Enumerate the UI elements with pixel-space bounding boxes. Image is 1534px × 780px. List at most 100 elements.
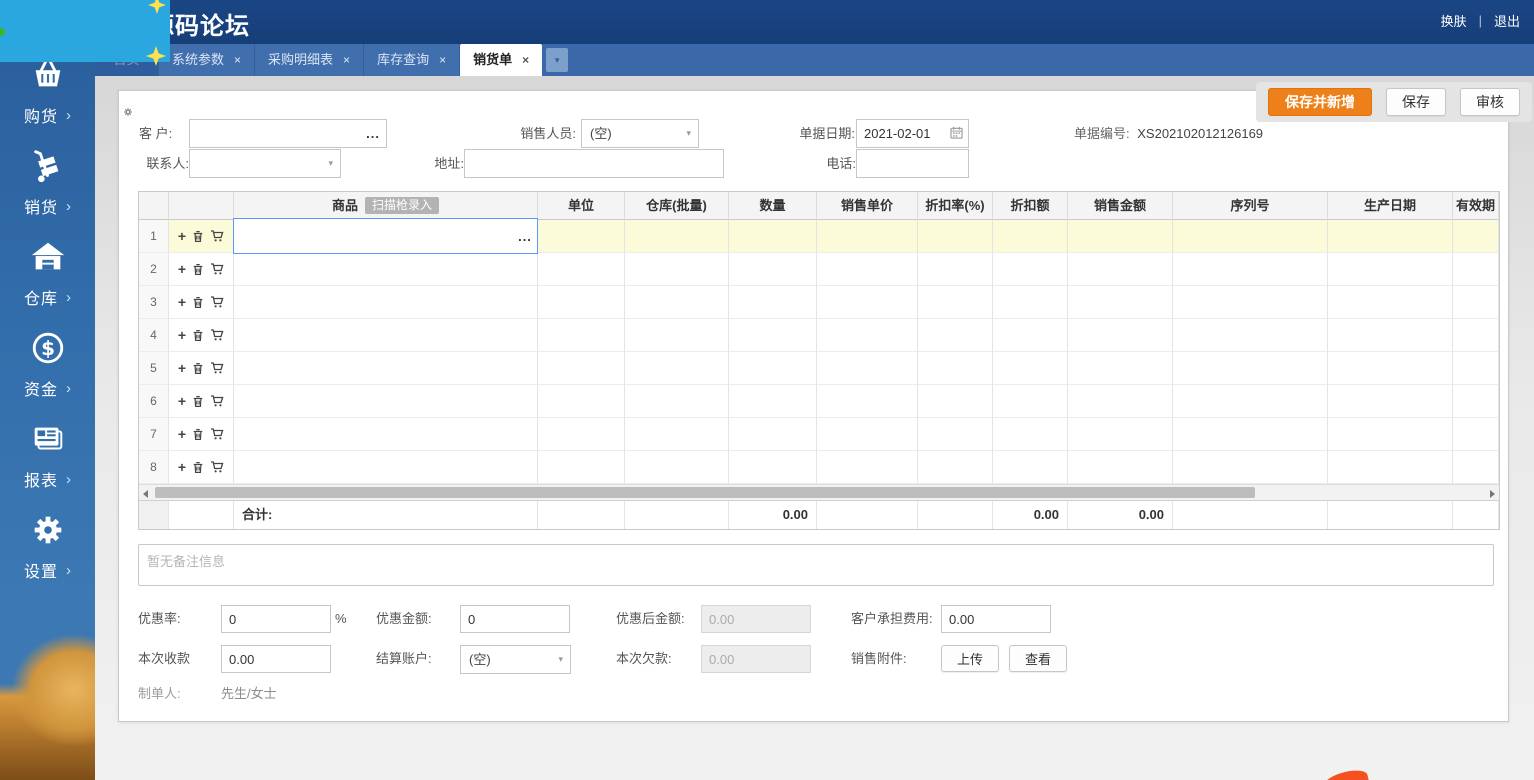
table-horizontal-scrollbar[interactable] — [139, 484, 1499, 501]
grid-cell[interactable] — [1068, 253, 1173, 286]
grid-cell[interactable] — [993, 451, 1068, 484]
grid-cell[interactable] — [918, 352, 993, 385]
add-row-icon[interactable]: + — [178, 295, 186, 309]
grid-cell[interactable] — [1328, 319, 1453, 352]
save-and-new-button[interactable]: 保存并新增 — [1268, 88, 1372, 116]
contact-select[interactable]: ▾ — [189, 149, 341, 178]
scroll-left-icon[interactable] — [139, 485, 154, 500]
grid-cell[interactable] — [1453, 319, 1499, 352]
grid-cell[interactable] — [1173, 418, 1328, 451]
product-lookup-icon[interactable]: ... — [513, 229, 537, 244]
save-button[interactable]: 保存 — [1386, 88, 1446, 116]
grid-cell[interactable] — [918, 418, 993, 451]
grid-cell[interactable] — [993, 385, 1068, 418]
cart-icon[interactable] — [210, 262, 224, 276]
grid-cell[interactable] — [993, 286, 1068, 319]
sidebar-item-warehouse[interactable]: 仓库› — [0, 238, 95, 329]
cart-icon[interactable] — [210, 361, 224, 375]
grid-cell[interactable] — [234, 451, 538, 484]
grid-cell[interactable] — [729, 418, 817, 451]
customer-fee-input[interactable] — [941, 605, 1051, 633]
grid-cell[interactable]: ... — [234, 220, 538, 253]
grid-cell[interactable] — [625, 418, 729, 451]
audit-button[interactable]: 审核 — [1460, 88, 1520, 116]
tab-inventory-query[interactable]: 库存查询× — [364, 44, 460, 76]
tab-close-icon[interactable]: × — [522, 44, 529, 76]
grid-cell[interactable] — [1173, 385, 1328, 418]
cart-icon[interactable] — [210, 328, 224, 342]
grid-cell[interactable] — [625, 286, 729, 319]
grid-cell[interactable] — [993, 253, 1068, 286]
remark-textarea[interactable] — [138, 544, 1494, 586]
delete-row-icon[interactable] — [192, 428, 204, 441]
grid-cell[interactable] — [625, 352, 729, 385]
view-button[interactable]: 查看 — [1009, 645, 1067, 672]
tab-close-icon[interactable]: × — [439, 44, 446, 76]
sidebar-item-reports[interactable]: 报表› — [0, 420, 95, 511]
grid-cell[interactable] — [625, 220, 729, 253]
grid-cell[interactable] — [817, 319, 918, 352]
grid-cell[interactable] — [1068, 319, 1173, 352]
settle-account-select[interactable]: (空) ▾ — [460, 645, 571, 674]
tab-close-icon[interactable]: × — [234, 44, 241, 76]
grid-cell[interactable] — [234, 385, 538, 418]
grid-cell[interactable] — [729, 385, 817, 418]
tab-list-dropdown[interactable]: ▾ — [546, 48, 568, 72]
grid-cell[interactable] — [1453, 352, 1499, 385]
grid-cell[interactable] — [1453, 220, 1499, 253]
tab-purchase-detail[interactable]: 采购明细表× — [255, 44, 364, 76]
grid-cell[interactable] — [918, 385, 993, 418]
scrollbar-thumb[interactable] — [155, 487, 1255, 498]
grid-cell[interactable] — [729, 319, 817, 352]
grid-cell[interactable] — [1173, 220, 1328, 253]
grid-cell[interactable] — [1068, 352, 1173, 385]
grid-cell[interactable] — [817, 451, 918, 484]
grid-cell[interactable] — [234, 418, 538, 451]
grid-cell[interactable] — [729, 220, 817, 253]
grid-cell[interactable] — [1068, 418, 1173, 451]
grid-cell[interactable] — [538, 451, 625, 484]
add-row-icon[interactable]: + — [178, 394, 186, 408]
product-input[interactable] — [234, 219, 513, 253]
grid-cell[interactable] — [817, 253, 918, 286]
sidebar-item-purchase[interactable]: 购货› — [0, 56, 95, 147]
cart-icon[interactable] — [210, 394, 224, 408]
grid-cell[interactable] — [1453, 286, 1499, 319]
delete-row-icon[interactable] — [192, 395, 204, 408]
grid-cell[interactable] — [1453, 451, 1499, 484]
panel-settings-icon[interactable] — [123, 104, 133, 122]
grid-cell[interactable] — [1328, 385, 1453, 418]
delete-row-icon[interactable] — [192, 263, 204, 276]
grid-cell[interactable] — [918, 220, 993, 253]
delete-row-icon[interactable] — [192, 461, 204, 474]
tab-close-icon[interactable]: × — [343, 44, 350, 76]
cart-icon[interactable] — [210, 229, 224, 243]
scan-input-button[interactable]: 扫描枪录入 — [365, 197, 439, 214]
sidebar-item-sales[interactable]: 销货› — [0, 147, 95, 238]
grid-cell[interactable] — [1328, 352, 1453, 385]
grid-cell[interactable] — [918, 286, 993, 319]
grid-cell[interactable] — [918, 253, 993, 286]
grid-cell[interactable] — [817, 286, 918, 319]
add-row-icon[interactable]: + — [178, 361, 186, 375]
grid-cell[interactable] — [817, 385, 918, 418]
grid-cell[interactable] — [817, 418, 918, 451]
grid-cell[interactable] — [538, 352, 625, 385]
grid-cell[interactable] — [817, 220, 918, 253]
grid-cell[interactable] — [1173, 286, 1328, 319]
grid-cell[interactable] — [1173, 253, 1328, 286]
grid-cell[interactable] — [538, 286, 625, 319]
grid-cell[interactable] — [993, 352, 1068, 385]
grid-cell[interactable] — [993, 220, 1068, 253]
grid-cell[interactable] — [1068, 385, 1173, 418]
grid-cell[interactable] — [538, 220, 625, 253]
grid-cell[interactable] — [1328, 418, 1453, 451]
grid-cell[interactable] — [234, 286, 538, 319]
delete-row-icon[interactable] — [192, 296, 204, 309]
grid-cell[interactable] — [1068, 220, 1173, 253]
grid-cell[interactable] — [1328, 220, 1453, 253]
salesperson-select[interactable]: (空) ▾ — [581, 119, 699, 148]
grid-cell[interactable] — [1173, 352, 1328, 385]
logout-link[interactable]: 退出 — [1494, 11, 1520, 30]
tab-system-params[interactable]: 系统参数× — [159, 44, 255, 76]
